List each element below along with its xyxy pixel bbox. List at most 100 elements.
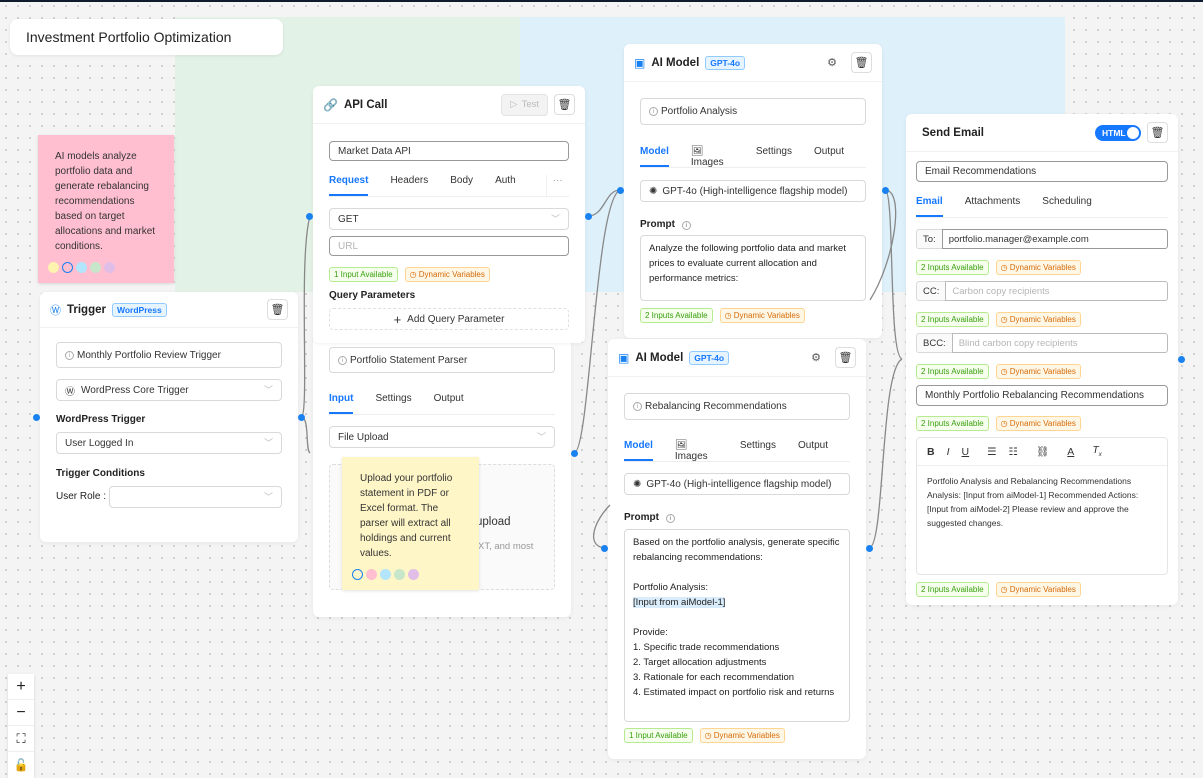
tab-scheduling[interactable]: Scheduling xyxy=(1042,196,1091,217)
email-body-text[interactable]: Portfolio Analysis and Rebalancing Recom… xyxy=(917,466,1167,538)
gear-icon[interactable]: ⚙ xyxy=(827,56,837,69)
inputs-available-tag[interactable]: 1 Input Available xyxy=(329,267,398,282)
delete-button[interactable]: 🗑 xyxy=(1147,122,1168,143)
model-select[interactable]: ✺ GPT-4o (High-intelligence flagship mode… xyxy=(624,473,850,495)
bcc-field[interactable]: BCC: Blind carbon copy recipients xyxy=(916,333,1168,353)
node-name-input[interactable]: i Portfolio Analysis xyxy=(640,98,866,125)
to-input[interactable]: portfolio.manager@example.com xyxy=(941,229,1168,249)
workflow-title[interactable]: Investment Portfolio Optimization xyxy=(10,19,283,55)
ai2-output-handle[interactable] xyxy=(866,545,873,552)
inputs-available-tag[interactable]: 2 Inputs Available xyxy=(916,582,989,597)
to-field[interactable]: To: portfolio.manager@example.com xyxy=(916,229,1168,249)
node-name-input[interactable]: i Rebalancing Recommendations xyxy=(624,393,850,420)
tab-email[interactable]: Email xyxy=(916,196,943,217)
gear-icon[interactable]: ⚙ xyxy=(811,351,821,364)
trigger-output-handle[interactable] xyxy=(298,414,305,421)
tab-output[interactable]: Output xyxy=(798,440,828,461)
ai1-input-handle[interactable] xyxy=(617,187,624,194)
wp-trigger-select[interactable]: User Logged In ﹀ xyxy=(56,432,282,454)
dynamic-variables-tag[interactable]: ◷ Dynamic Variables xyxy=(995,312,1081,327)
subject-input[interactable]: Monthly Portfolio Rebalancing Recommenda… xyxy=(916,385,1168,406)
dynamic-variables-tag[interactable]: ◷ Dynamic Variables xyxy=(699,728,785,743)
underline-icon[interactable]: U xyxy=(962,446,970,458)
api-output-handle[interactable] xyxy=(585,213,592,220)
delete-button[interactable]: 🗑 xyxy=(267,299,288,320)
bold-icon[interactable]: B xyxy=(927,446,935,458)
swatch-green[interactable] xyxy=(90,262,101,273)
lock-button[interactable]: 🔓 xyxy=(8,752,34,778)
bcc-input[interactable]: Blind carbon copy recipients xyxy=(951,333,1168,353)
add-query-parameter-button[interactable]: + Add Query Parameter xyxy=(329,308,569,330)
method-select[interactable]: GET ﹀ xyxy=(329,208,569,230)
swatch-purple[interactable] xyxy=(104,262,115,273)
test-button[interactable]: ▷ Test xyxy=(501,93,548,116)
inputs-available-tag[interactable]: 2 Inputs Available xyxy=(916,260,989,275)
tab-settings[interactable]: Settings xyxy=(375,393,411,414)
tab-attachments[interactable]: Attachments xyxy=(965,196,1021,217)
html-toggle[interactable]: HTML xyxy=(1095,124,1141,141)
bullet-list-icon[interactable]: ☷ xyxy=(1009,446,1018,458)
swatch-blue[interactable] xyxy=(76,262,87,273)
ai-model-node-2[interactable]: ▣ AI Model GPT-4o ⚙ 🗑 i Rebalancing Recom… xyxy=(608,339,866,759)
inputs-available-tag[interactable]: 2 Inputs Available xyxy=(916,416,989,431)
sticky-note-yellow[interactable]: Upload your portfolio statement in PDF o… xyxy=(342,457,479,590)
ordered-list-icon[interactable]: ☰ xyxy=(987,446,996,458)
user-role-select[interactable]: ﹀ xyxy=(109,486,282,508)
inputs-available-tag[interactable]: 2 Inputs Available xyxy=(916,312,989,327)
edge-ai2-to-email[interactable] xyxy=(868,358,903,549)
node-name-input[interactable]: i Monthly Portfolio Review Trigger xyxy=(56,342,282,368)
tab-output[interactable]: Output xyxy=(814,146,844,167)
swatch-green[interactable] xyxy=(394,569,405,580)
text-color-icon[interactable]: A xyxy=(1067,446,1074,458)
swatch-yellow-selected[interactable] xyxy=(352,569,363,580)
node-name-input[interactable]: Email Recommendations xyxy=(916,161,1168,182)
inputs-available-tag[interactable]: 1 Input Available xyxy=(624,728,693,743)
tab-model[interactable]: Model xyxy=(640,146,669,167)
dynamic-variables-tag[interactable]: ◷ Dynamic Variables xyxy=(995,260,1081,275)
zoom-out-button[interactable]: − xyxy=(8,700,34,726)
api-call-node[interactable]: 🔗 API Call ▷ Test 🗑 Market Data API Reque… xyxy=(313,86,585,343)
link-icon[interactable]: ⛓ xyxy=(1036,445,1049,458)
source-select[interactable]: File Upload ﹀ xyxy=(329,426,555,448)
model-select[interactable]: ✺ GPT-4o (High-intelligence flagship mode… xyxy=(640,180,866,202)
ai-model-node-1[interactable]: ▣ AI Model GPT-4o ⚙ 🗑 i Portfolio Analysi… xyxy=(624,44,882,338)
tab-images[interactable]: 🖼 Images xyxy=(675,440,718,462)
cc-input[interactable]: Carbon copy recipients xyxy=(945,281,1168,301)
trigger-input-handle[interactable] xyxy=(33,414,40,421)
api-input-handle[interactable] xyxy=(306,213,313,220)
dynamic-variables-tag[interactable]: ◷ Dynamic Variables xyxy=(719,308,805,323)
swatch-yellow[interactable] xyxy=(48,262,59,273)
tab-input[interactable]: Input xyxy=(329,393,354,414)
clear-format-icon[interactable]: Tx xyxy=(1092,444,1101,458)
swatch-pink-selected[interactable] xyxy=(62,262,73,273)
tab-images[interactable]: 🖼 Images xyxy=(691,146,734,168)
prompt-textarea[interactable]: Based on the portfolio analysis, generat… xyxy=(624,529,850,722)
sticky-note-pink[interactable]: AI models analyze portfolio data and gen… xyxy=(38,135,174,283)
tab-settings[interactable]: Settings xyxy=(756,146,792,167)
parser-output-handle[interactable] xyxy=(571,450,578,457)
email-body-editor[interactable]: B I U ☰ ☷ ⛓ A Tx Portfolio Analysis and … xyxy=(916,437,1168,575)
tabs-more-button[interactable]: ··· xyxy=(545,175,563,196)
edge-trigger-to-parser[interactable] xyxy=(300,416,311,454)
tab-headers[interactable]: Headers xyxy=(390,175,428,196)
fit-view-button[interactable]: ⛶ xyxy=(8,726,34,752)
node-name-input[interactable]: i Portfolio Statement Parser xyxy=(329,347,555,373)
delete-button[interactable]: 🗑 xyxy=(851,52,872,73)
ai2-input-handle[interactable] xyxy=(601,545,608,552)
dynamic-variables-tag[interactable]: ◷ Dynamic Variables xyxy=(995,416,1081,431)
dynamic-variables-tag[interactable]: ◷ Dynamic Variables xyxy=(995,364,1081,379)
zoom-in-button[interactable]: + xyxy=(8,674,34,700)
email-output-handle[interactable] xyxy=(1178,356,1185,363)
swatch-blue[interactable] xyxy=(380,569,391,580)
send-email-node[interactable]: Send Email HTML 🗑 Email Recommendations … xyxy=(906,114,1178,605)
inputs-available-tag[interactable]: 2 Inputs Available xyxy=(640,308,713,323)
tab-output[interactable]: Output xyxy=(434,393,464,414)
dynamic-variables-tag[interactable]: ◷ Dynamic Variables xyxy=(404,267,490,282)
prompt-textarea[interactable]: Analyze the following portfolio data and… xyxy=(640,235,866,301)
trigger-node[interactable]: Ⓦ Trigger WordPress 🗑 i Monthly Portfolio… xyxy=(40,292,298,542)
url-input[interactable]: URL xyxy=(329,236,569,256)
tab-auth[interactable]: Auth xyxy=(495,175,516,196)
dynamic-variables-tag[interactable]: ◷ Dynamic Variables xyxy=(995,582,1081,597)
tab-model[interactable]: Model xyxy=(624,440,653,461)
swatch-purple[interactable] xyxy=(408,569,419,580)
